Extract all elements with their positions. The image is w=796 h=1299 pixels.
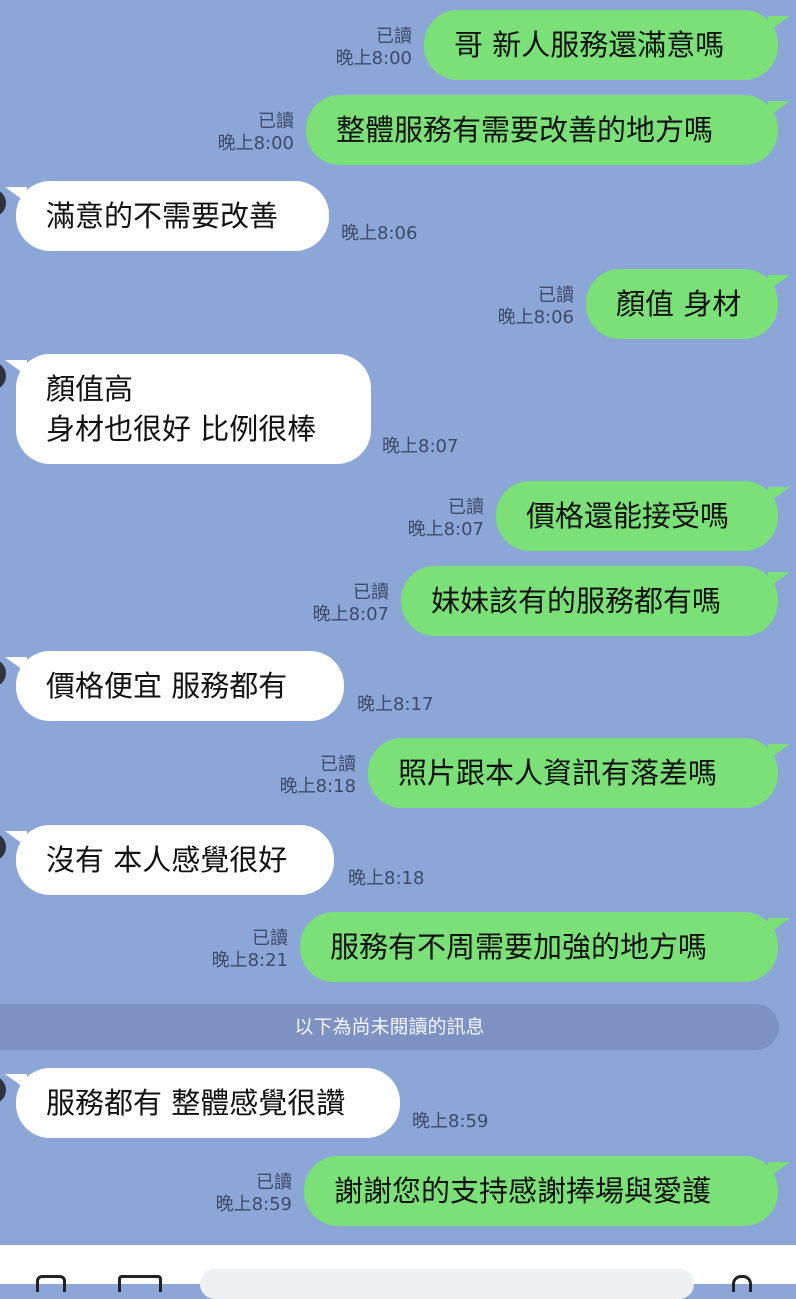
message-bubble[interactable]: 哥 新人服務還滿意嗎 xyxy=(424,10,790,80)
read-receipt: 已讀 xyxy=(320,754,356,775)
read-receipt: 已讀 xyxy=(353,582,389,603)
message-bubble[interactable]: 價格還能接受嗎 xyxy=(496,481,790,551)
message-time: 晚上8:00 xyxy=(217,133,294,154)
message-time: 晚上8:59 xyxy=(412,1111,489,1132)
message-time: 晚上8:07 xyxy=(382,436,459,457)
read-receipt: 已讀 xyxy=(376,26,412,47)
message-bubble[interactable]: 照片跟本人資訊有落差嗎 xyxy=(368,738,790,808)
message-input[interactable] xyxy=(200,1269,694,1299)
read-receipt: 已讀 xyxy=(538,285,574,306)
message-time: 晚上8:06 xyxy=(497,307,574,328)
read-receipt: 已讀 xyxy=(256,1172,292,1193)
read-receipt: 已讀 xyxy=(448,497,484,518)
message-bubble[interactable]: 妹妹該有的服務都有嗎 xyxy=(401,566,790,636)
message-time: 晚上8:18 xyxy=(348,868,425,889)
message-bubble[interactable]: 沒有 本人感覺很好 xyxy=(5,825,334,895)
message-bubble[interactable]: 價格便宜 服務都有 xyxy=(5,651,344,721)
message-bubble[interactable]: 服務有不周需要加強的地方嗎 xyxy=(300,912,790,982)
read-receipt: 已讀 xyxy=(258,111,294,132)
message-time: 晚上8:18 xyxy=(279,776,356,797)
unread-divider: 以下為尚未閱讀的訊息 xyxy=(0,1004,779,1050)
message-time: 晚上8:21 xyxy=(211,950,288,971)
message-bubble[interactable]: 顏值高 身材也很好 比例很棒 xyxy=(5,354,371,464)
message-time: 晚上8:06 xyxy=(341,223,418,244)
message-bubble[interactable]: 整體服務有需要改善的地方嗎 xyxy=(306,95,790,165)
chat-area[interactable]: 已讀 晚上8:00 哥 新人服務還滿意嗎 已讀 晚上8:00 整體服務有需要改善… xyxy=(0,0,796,1245)
read-receipt: 已讀 xyxy=(252,928,288,949)
bottom-input-bar xyxy=(0,1245,796,1299)
message-time: 晚上8:07 xyxy=(312,604,389,625)
message-bubble[interactable]: 滿意的不需要改善 xyxy=(5,181,329,251)
message-time: 晚上8:00 xyxy=(335,48,412,69)
message-bubble[interactable]: 服務都有 整體感覺很讚 xyxy=(5,1068,400,1138)
message-time: 晚上8:07 xyxy=(407,519,484,540)
message-bubble[interactable]: 顏值 身材 xyxy=(586,269,790,339)
message-bubble[interactable]: 謝謝您的支持感謝捧場與愛護 xyxy=(304,1156,790,1226)
message-time: 晚上8:59 xyxy=(215,1194,292,1215)
message-time: 晚上8:17 xyxy=(357,694,434,715)
